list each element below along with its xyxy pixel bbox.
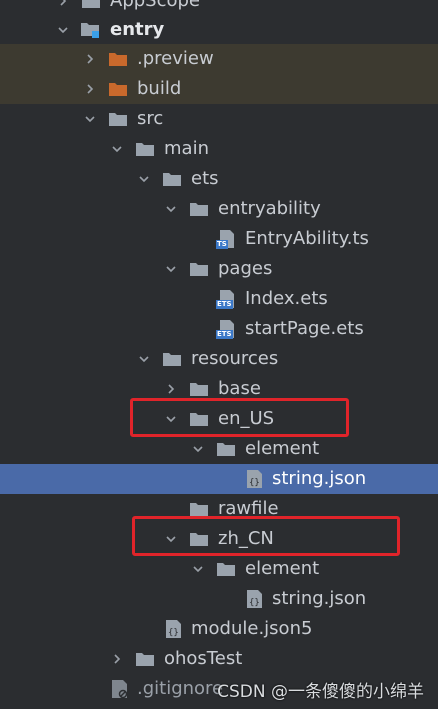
- folder-icon: [188, 199, 210, 219]
- tree-row-pages[interactable]: pages: [0, 254, 438, 284]
- ts-badge: TS: [216, 240, 228, 249]
- tree-row-entryability-ts[interactable]: TS EntryAbility.ts: [0, 224, 438, 254]
- tree-label: main: [164, 138, 209, 159]
- ets-badge: ETS: [216, 300, 233, 309]
- chevron-down-icon[interactable]: [191, 562, 205, 576]
- tree-row-en-element[interactable]: element: [0, 434, 438, 464]
- folder-icon: [134, 649, 156, 669]
- tree-label: Index.ets: [245, 288, 328, 309]
- highlight-box-zh-cn: [132, 516, 400, 556]
- chevron-down-icon[interactable]: [83, 112, 97, 126]
- folder-icon: [215, 559, 237, 579]
- ets-file-icon: ETS: [216, 289, 238, 309]
- folder-icon: [188, 379, 210, 399]
- chevron-right-icon[interactable]: [83, 52, 97, 66]
- chevron-right-icon[interactable]: [110, 652, 124, 666]
- tree-label: entryability: [218, 198, 321, 219]
- project-tree: AppScope entry .preview build src main e…: [0, 0, 438, 709]
- chevron-down-icon[interactable]: [164, 202, 178, 216]
- json-file-icon: {}: [163, 619, 185, 639]
- tree-row-zh-string-json[interactable]: {} string.json: [0, 584, 438, 614]
- tree-label: ets: [191, 168, 219, 189]
- json-file-icon: {}: [244, 469, 266, 489]
- tree-row-appscope[interactable]: AppScope: [0, 0, 438, 16]
- excluded-folder-icon: [107, 79, 129, 99]
- folder-icon: [80, 0, 102, 11]
- tree-row-resources[interactable]: resources: [0, 344, 438, 374]
- svg-text:{}: {}: [249, 598, 260, 608]
- tree-row-index-ets[interactable]: ETS Index.ets: [0, 284, 438, 314]
- chevron-down-icon[interactable]: [56, 23, 70, 37]
- tree-label: element: [245, 438, 320, 459]
- folder-icon: [188, 259, 210, 279]
- folder-icon: [161, 349, 183, 369]
- chevron-down-icon[interactable]: [110, 142, 124, 156]
- chevron-down-icon[interactable]: [164, 262, 178, 276]
- tree-label: build: [137, 78, 182, 99]
- tree-row-src[interactable]: src: [0, 104, 438, 134]
- highlight-box-en-us: [130, 398, 349, 437]
- ets-badge: ETS: [216, 330, 233, 339]
- tree-label: string.json: [272, 468, 367, 489]
- chevron-right-icon[interactable]: [83, 82, 97, 96]
- tree-label: module.json5: [191, 618, 313, 639]
- tree-row-entry[interactable]: entry: [0, 15, 438, 45]
- tree-label: .preview: [137, 48, 214, 69]
- svg-text:{}: {}: [168, 628, 179, 638]
- folder-icon: [161, 169, 183, 189]
- tree-row-entryability[interactable]: entryability: [0, 194, 438, 224]
- tree-row-module-json5[interactable]: {} module.json5: [0, 614, 438, 644]
- tree-label: element: [245, 558, 320, 579]
- chevron-down-icon[interactable]: [191, 442, 205, 456]
- watermark: CSDN @一条傻傻的小绵羊: [217, 682, 424, 702]
- tree-label: .gitignore: [137, 678, 224, 699]
- folder-icon: [107, 109, 129, 129]
- tree-row-build[interactable]: build: [0, 74, 438, 104]
- tree-label: string.json: [272, 588, 367, 609]
- tree-label: ohosTest: [164, 648, 243, 669]
- module-folder-icon: [80, 20, 102, 40]
- tree-row-ets[interactable]: ets: [0, 164, 438, 194]
- folder-icon: [215, 439, 237, 459]
- tree-label: src: [137, 108, 164, 129]
- svg-text:{}: {}: [249, 478, 260, 488]
- ignore-file-icon: [109, 679, 131, 699]
- typescript-file-icon: TS: [216, 229, 238, 249]
- chevron-down-icon[interactable]: [137, 352, 151, 366]
- tree-label: startPage.ets: [245, 318, 364, 339]
- chevron-right-icon[interactable]: [56, 0, 70, 8]
- tree-label: resources: [191, 348, 279, 369]
- tree-label: EntryAbility.ts: [245, 228, 369, 249]
- tree-label: pages: [218, 258, 273, 279]
- tree-label: entry: [110, 19, 165, 40]
- ets-file-icon: ETS: [216, 319, 238, 339]
- tree-row-main[interactable]: main: [0, 134, 438, 164]
- folder-icon: [134, 139, 156, 159]
- excluded-folder-icon: [107, 49, 129, 69]
- tree-row-startpage-ets[interactable]: ETS startPage.ets: [0, 314, 438, 344]
- tree-row-preview[interactable]: .preview: [0, 44, 438, 74]
- tree-row-ohostest[interactable]: ohosTest: [0, 644, 438, 674]
- chevron-down-icon[interactable]: [137, 172, 151, 186]
- json-file-icon: {}: [244, 589, 266, 609]
- chevron-right-icon[interactable]: [164, 382, 178, 396]
- tree-label: AppScope: [110, 0, 200, 11]
- tree-row-en-string-json[interactable]: {} string.json: [0, 464, 438, 494]
- tree-row-zh-element[interactable]: element: [0, 554, 438, 584]
